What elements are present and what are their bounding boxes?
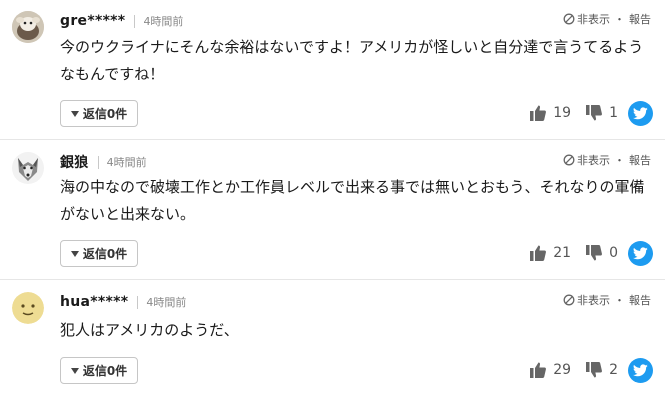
caret-down-icon bbox=[70, 110, 79, 117]
timestamp: 4時間前 bbox=[106, 156, 147, 169]
twitter-share-button[interactable] bbox=[628, 357, 653, 383]
twitter-share-button[interactable] bbox=[628, 100, 653, 126]
hide-label: 非表示 bbox=[577, 154, 610, 167]
report-separator: ・ bbox=[614, 154, 625, 167]
caret-down-icon bbox=[70, 250, 79, 257]
thumbs-up-icon bbox=[530, 362, 547, 378]
comment-item: 銀狼 4時間前 非表示 ・ 報告 海の中なので破壊工作とか工作員レベルで出来る事… bbox=[0, 140, 665, 280]
username[interactable]: 銀狼 bbox=[60, 152, 89, 172]
header-separator bbox=[134, 14, 136, 28]
thumbs-up-icon bbox=[530, 105, 547, 121]
dislike-button[interactable]: 1 bbox=[585, 104, 618, 122]
report-separator: ・ bbox=[614, 294, 625, 307]
dislike-count: 0 bbox=[609, 245, 618, 261]
thumbs-down-icon bbox=[586, 105, 603, 121]
reply-button[interactable]: 返信0件 bbox=[60, 100, 138, 127]
hide-link[interactable]: 非表示 bbox=[563, 11, 610, 27]
report-link[interactable]: 報告 bbox=[629, 152, 651, 168]
header-separator bbox=[97, 155, 99, 169]
like-button[interactable]: 19 bbox=[529, 104, 571, 122]
header-separator bbox=[137, 295, 139, 309]
reply-label: 返信0件 bbox=[82, 247, 128, 261]
report-link[interactable]: 報告 bbox=[629, 292, 651, 308]
comment-actions: 29 2 bbox=[529, 357, 653, 383]
dislike-count: 2 bbox=[609, 362, 618, 378]
hide-link[interactable]: 非表示 bbox=[563, 152, 610, 168]
report-links: 非表示 ・ 報告 bbox=[563, 11, 651, 27]
hide-label: 非表示 bbox=[577, 13, 610, 26]
dislike-count: 1 bbox=[609, 105, 618, 121]
username[interactable]: hua***** bbox=[60, 294, 128, 310]
reply-label: 返信0件 bbox=[82, 107, 128, 121]
reply-button[interactable]: 返信0件 bbox=[60, 240, 138, 267]
report-separator: ・ bbox=[614, 13, 625, 26]
twitter-share-button[interactable] bbox=[628, 240, 653, 266]
timestamp: 4時間前 bbox=[143, 15, 184, 28]
twitter-bird-icon bbox=[633, 363, 648, 376]
wolf-avatar[interactable] bbox=[12, 152, 44, 184]
report-link[interactable]: 報告 bbox=[629, 11, 651, 27]
comment-text: 犯人はアメリカのようだ、 bbox=[60, 321, 239, 339]
twitter-bird-icon bbox=[633, 246, 648, 259]
thumbs-down-icon bbox=[586, 245, 603, 261]
like-button[interactable]: 29 bbox=[529, 361, 571, 379]
report-links: 非表示 ・ 報告 bbox=[563, 152, 651, 168]
hide-label: 非表示 bbox=[577, 294, 610, 307]
comment-text: 海の中なので破壊工作とか工作員レベルで出来る事では無いとおもう、それなりの軍備が… bbox=[60, 178, 645, 223]
dislike-button[interactable]: 2 bbox=[585, 361, 618, 379]
like-count: 19 bbox=[553, 105, 572, 121]
timestamp: 4時間前 bbox=[146, 296, 187, 309]
hide-link[interactable]: 非表示 bbox=[563, 292, 610, 308]
thumbs-up-icon bbox=[530, 245, 547, 261]
like-count: 29 bbox=[553, 362, 572, 378]
comment-item: gre***** 4時間前 非表示 ・ 報告 今のウクライナにそんな余裕はないで… bbox=[0, 0, 665, 140]
like-button[interactable]: 21 bbox=[529, 244, 571, 262]
comment-header: hua***** 4時間前 bbox=[60, 292, 186, 312]
comment-text: 今のウクライナにそんな余裕はないですよ！アメリカが怪しいと自分達で言うてるような… bbox=[60, 38, 644, 83]
sheep-avatar[interactable] bbox=[12, 11, 44, 43]
username[interactable]: gre***** bbox=[60, 13, 125, 29]
reply-label: 返信0件 bbox=[82, 364, 128, 378]
face-avatar[interactable] bbox=[12, 292, 44, 324]
thumbs-down-icon bbox=[586, 362, 603, 378]
comment-header: 銀狼 4時間前 bbox=[60, 152, 147, 172]
comment-header: gre***** 4時間前 bbox=[60, 11, 183, 31]
comment-actions: 19 1 bbox=[529, 100, 653, 126]
comment-actions: 21 0 bbox=[529, 240, 653, 266]
dislike-button[interactable]: 0 bbox=[585, 244, 618, 262]
no-entry-icon bbox=[563, 294, 575, 306]
report-links: 非表示 ・ 報告 bbox=[563, 292, 651, 308]
no-entry-icon bbox=[563, 154, 575, 166]
reply-button[interactable]: 返信0件 bbox=[60, 357, 138, 384]
like-count: 21 bbox=[553, 245, 572, 261]
no-entry-icon bbox=[563, 13, 575, 25]
comment-item: hua***** 4時間前 非表示 ・ 報告 犯人はアメリカのようだ、 返信0件… bbox=[0, 280, 665, 407]
twitter-bird-icon bbox=[633, 106, 648, 119]
caret-down-icon bbox=[70, 367, 79, 374]
